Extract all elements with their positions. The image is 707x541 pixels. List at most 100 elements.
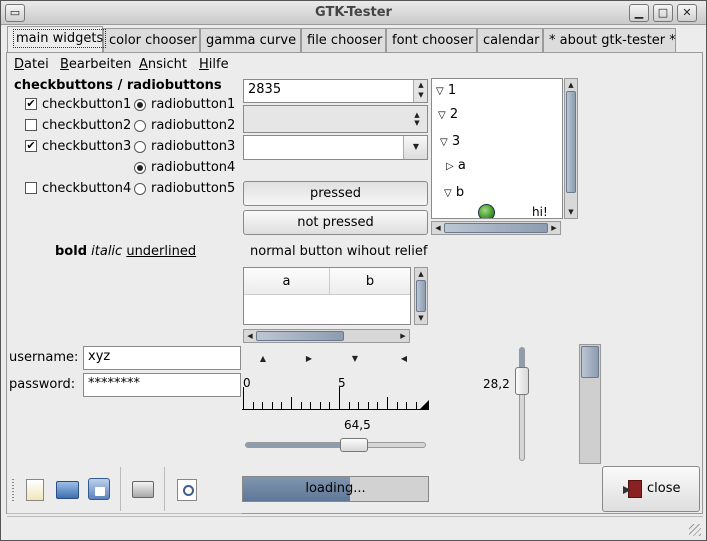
radiobutton3-circle[interactable] [134, 141, 146, 153]
tree-node-b[interactable]: ▽ b [444, 185, 464, 200]
tree-node-a[interactable]: ▷ a [446, 158, 466, 173]
scroll-left-icon[interactable]: ◀ [244, 330, 256, 342]
print-icon[interactable] [132, 481, 154, 498]
tree-node-1[interactable]: ▽ 1 [436, 83, 456, 98]
ruler-tick [358, 402, 360, 409]
combo-down-icon: ▼ [414, 119, 420, 127]
radiobutton3-label[interactable]: radiobutton3 [151, 139, 235, 154]
checkbutton4-box[interactable] [25, 182, 37, 194]
expander-right-icon[interactable]: ▷ [446, 161, 454, 172]
radiobutton2-label[interactable]: radiobutton2 [151, 118, 235, 133]
print-preview-icon[interactable] [177, 479, 197, 501]
menu-bearbeiten[interactable]: Bearbeiten [60, 57, 131, 72]
menu-ansicht[interactable]: Ansicht [139, 57, 187, 72]
radiobutton5-label[interactable]: radiobutton5 [151, 181, 235, 196]
scroll-down-icon[interactable]: ▼ [565, 206, 577, 218]
spin-button[interactable]: 2835 ▲ ▼ [243, 79, 428, 103]
vscale-trough[interactable] [519, 347, 525, 461]
checkbutton2-box[interactable] [25, 119, 37, 131]
expander-down-icon[interactable]: ▽ [444, 188, 452, 199]
radiobutton2-circle[interactable] [134, 120, 146, 132]
ruler[interactable]: 0 5 [242, 373, 429, 410]
scroll-up-icon[interactable]: ▲ [415, 268, 427, 280]
radiobutton1-circle[interactable] [134, 99, 146, 111]
scroll-thumb[interactable] [581, 346, 599, 378]
toolbar-separator [164, 467, 165, 511]
column-header-a[interactable]: a [244, 268, 330, 295]
combo-box-entry[interactable]: ▼ [243, 135, 428, 160]
tab-main-widgets[interactable]: main widgets [7, 26, 107, 52]
resize-grip-icon[interactable] [689, 524, 701, 536]
radiobutton4-circle[interactable] [134, 162, 146, 174]
password-input[interactable]: ******** [83, 373, 241, 397]
username-input[interactable]: xyz [83, 346, 241, 370]
checkbutton3-label[interactable]: checkbutton3 [42, 139, 131, 154]
menu-datei[interactable]: Datei [14, 57, 49, 72]
open-icon[interactable] [56, 481, 79, 499]
arrow-right-icon: ▶ [305, 354, 313, 363]
scroll-left-icon[interactable]: ◀ [432, 222, 444, 234]
checkbutton4-label[interactable]: checkbutton4 [42, 181, 131, 196]
maximize-button[interactable]: □ [653, 4, 673, 22]
column-header-b[interactable]: b [330, 268, 410, 295]
minimize-icon: ▁ [634, 6, 644, 19]
vscale-slider-handle[interactable] [515, 367, 529, 396]
scroll-right-icon[interactable]: ▶ [548, 222, 560, 234]
scroll-down-icon[interactable]: ▼ [415, 312, 427, 324]
tab-label: main widgets [13, 29, 107, 48]
ruler-tick [367, 402, 369, 409]
tree-node-3[interactable]: ▽ 3 [440, 134, 460, 149]
ruler-tick [415, 402, 417, 409]
close-window-button[interactable]: ✕ [677, 4, 697, 22]
expander-down-icon[interactable]: ▽ [438, 110, 446, 121]
hscale-trough[interactable] [245, 442, 426, 448]
tab-gamma-curve[interactable]: gamma curve [200, 28, 301, 52]
checkbutton2-label[interactable]: checkbutton2 [42, 118, 131, 133]
spin-down-icon[interactable]: ▼ [415, 90, 427, 101]
list-horizontal-scrollbar[interactable]: ◀ ▶ [243, 329, 410, 343]
menu-hilfe[interactable]: Hilfe [199, 57, 229, 72]
checkbutton1-label[interactable]: checkbutton1 [42, 97, 131, 112]
expander-down-icon[interactable]: ▽ [436, 86, 444, 97]
save-icon[interactable] [88, 478, 110, 500]
scroll-thumb[interactable] [416, 280, 426, 312]
tab-calendar[interactable]: calendar [477, 28, 543, 52]
radiobutton4-label[interactable]: radiobutton4 [151, 160, 235, 175]
tree-view[interactable]: ▽ 1 ▽ 2 ▽ 3 ▷ a ▽ b hi! [431, 78, 563, 219]
empty-spin-button[interactable]: ▲ ▼ [243, 105, 428, 133]
combo-updown-icon[interactable]: ▲ ▼ [411, 111, 423, 127]
tree-node-label: 1 [447, 83, 457, 98]
checkbutton3-box[interactable]: ✔ [25, 140, 37, 152]
scroll-thumb[interactable] [444, 223, 548, 233]
scroll-thumb[interactable] [566, 91, 576, 193]
spin-arrows[interactable]: ▲ ▼ [413, 80, 427, 102]
combo-dropdown-button[interactable]: ▼ [403, 136, 427, 159]
close-button[interactable]: close [602, 466, 700, 512]
minimize-button[interactable]: ▁ [629, 4, 649, 22]
tree-node-label: 2 [449, 107, 459, 122]
scroll-right-icon[interactable]: ▶ [397, 330, 409, 342]
radiobutton5-circle[interactable] [134, 183, 146, 195]
new-icon[interactable] [26, 479, 44, 501]
tab-about[interactable]: * about gtk-tester * [543, 28, 676, 52]
tab-file-chooser[interactable]: file chooser [301, 28, 386, 52]
hscale-slider-handle[interactable] [339, 438, 368, 452]
tree-horizontal-scrollbar[interactable]: ◀ ▶ [431, 221, 561, 235]
scroll-thumb[interactable] [256, 331, 344, 341]
checkbutton1-box[interactable]: ✔ [25, 98, 37, 110]
pressed-toggle-button[interactable]: pressed [243, 181, 428, 206]
expander-down-icon[interactable]: ▽ [440, 137, 448, 148]
scroll-up-icon[interactable]: ▲ [565, 79, 577, 91]
tab-font-chooser[interactable]: font chooser [386, 28, 477, 52]
title-bar[interactable]: ▭ GTK-Tester ▁ □ ✕ [1, 1, 706, 25]
tree-node-2[interactable]: ▽ 2 [438, 107, 458, 122]
radiobutton1-label[interactable]: radiobutton1 [151, 97, 235, 112]
not-pressed-toggle-button[interactable]: not pressed [243, 210, 428, 235]
tab-color-chooser[interactable]: color chooser [103, 28, 200, 52]
standalone-vertical-scrollbar[interactable] [579, 344, 601, 464]
tree-vertical-scrollbar[interactable]: ▲ ▼ [564, 78, 578, 219]
no-relief-button[interactable]: normal button wihout relief [250, 244, 427, 259]
list-view[interactable]: a b [243, 267, 411, 325]
list-vertical-scrollbar[interactable]: ▲ ▼ [414, 267, 428, 325]
toolbar-grip[interactable] [12, 479, 14, 503]
